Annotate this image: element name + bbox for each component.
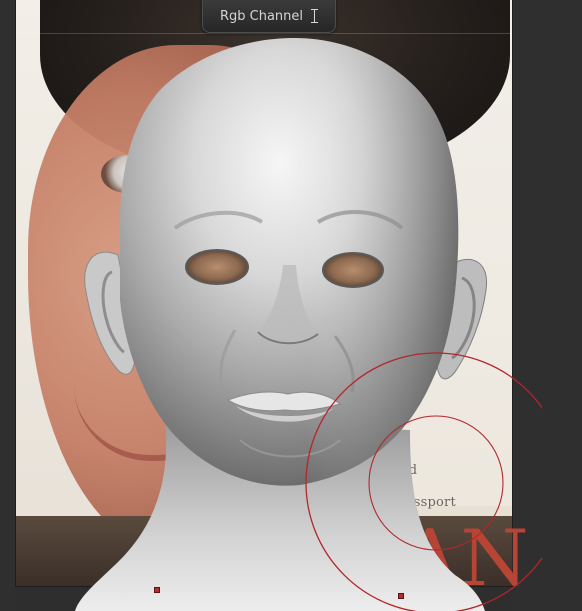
- rgb-channel-label: Rgb Channel: [219, 8, 304, 24]
- rgb-channel-menu[interactable]: Rgb Channel: [202, 0, 336, 33]
- viewport-guide-line: [16, 33, 512, 34]
- text-cursor-icon: [311, 9, 319, 23]
- sculpt-left-eye-socket: [185, 249, 249, 285]
- zbrush-viewport[interactable]: d fraid a passport AN: [0, 0, 582, 611]
- sculpt-right-eye-socket: [322, 252, 384, 288]
- brush-inner-circle: [368, 415, 504, 551]
- brush-outer-circle: [305, 352, 542, 611]
- marker-point-1: [154, 587, 160, 593]
- marker-point-2: [398, 593, 404, 599]
- brush-cursor: [305, 352, 542, 611]
